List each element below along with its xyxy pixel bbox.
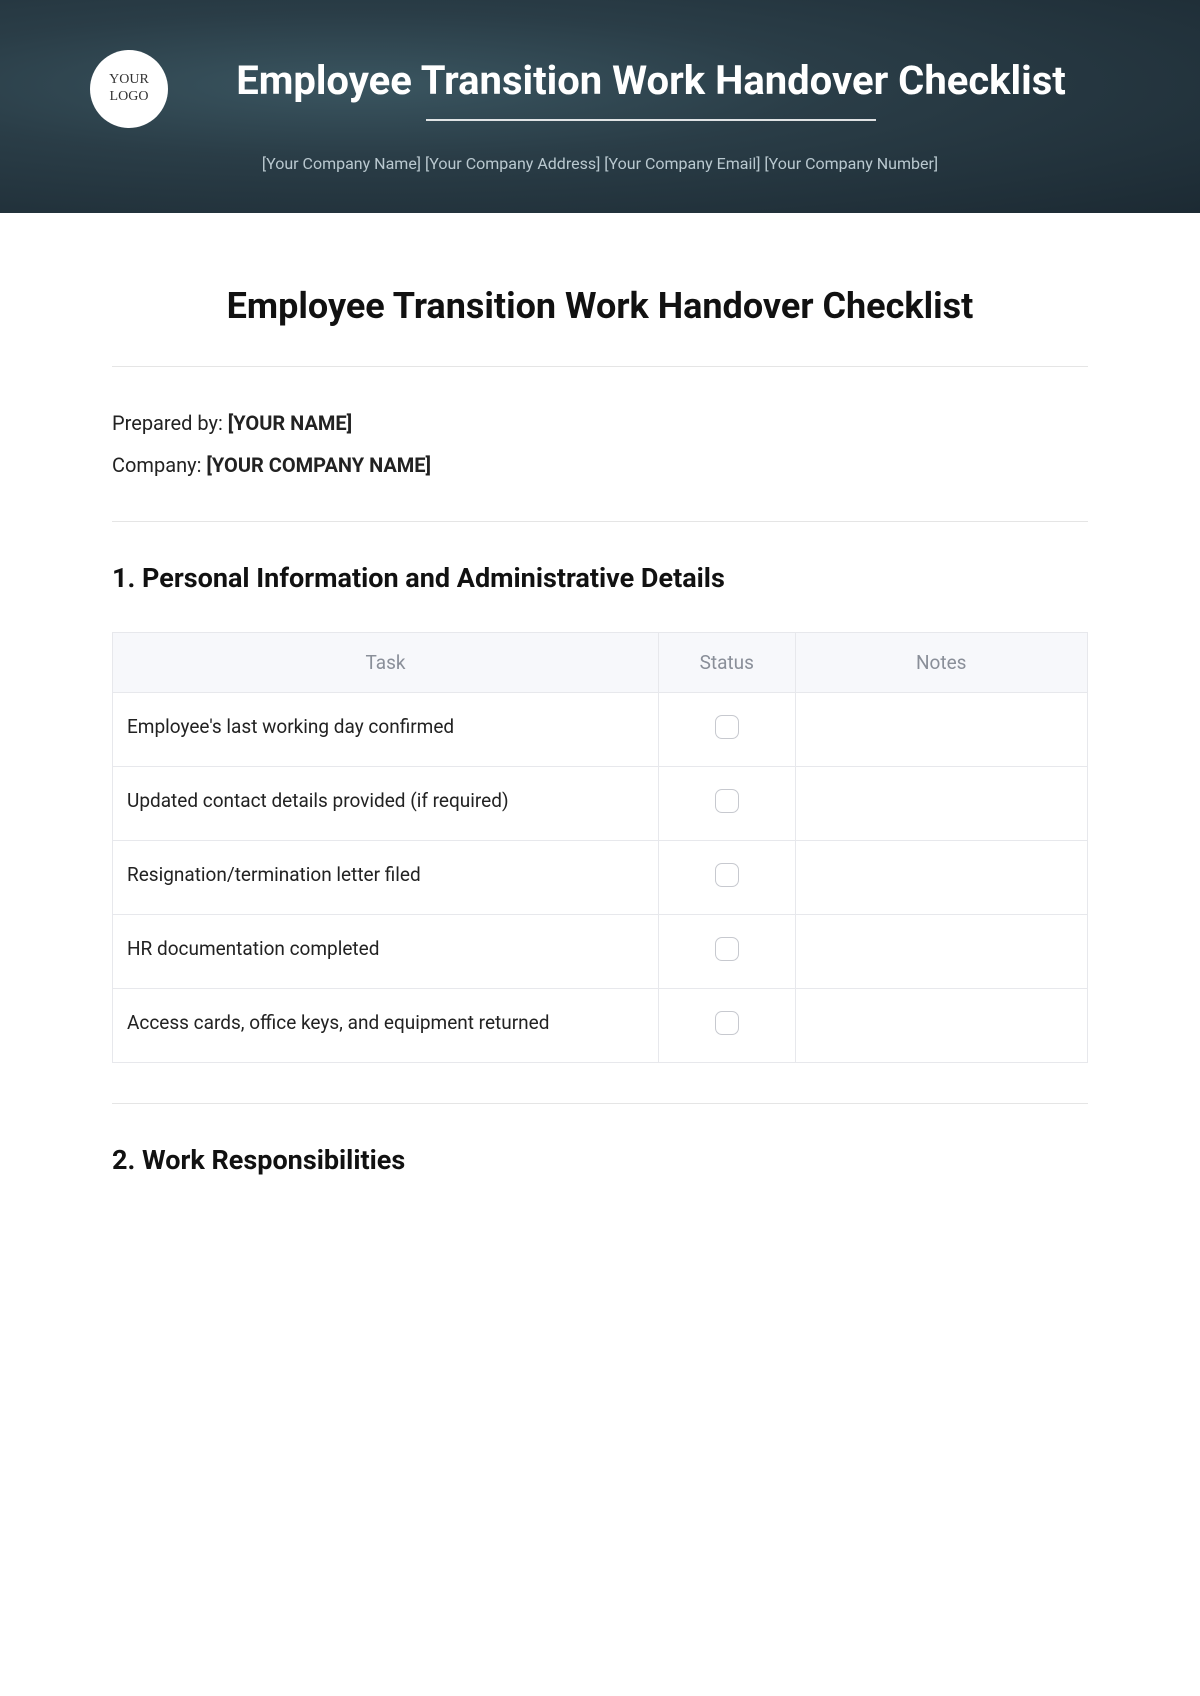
logo-text-line1: YOUR (109, 72, 149, 89)
status-cell (659, 766, 796, 840)
section2-heading: 2. Work Responsibilities (112, 1144, 1088, 1176)
column-header-task: Task (113, 632, 659, 692)
company-label: Company: (112, 453, 206, 477)
logo-placeholder: YOUR LOGO (90, 50, 168, 128)
checkbox-icon[interactable] (715, 937, 739, 961)
column-header-notes: Notes (795, 632, 1088, 692)
logo-text-line2: LOGO (110, 89, 149, 106)
document-title: Employee Transition Work Handover Checkl… (112, 283, 1088, 330)
table-row: Access cards, office keys, and equipment… (113, 988, 1088, 1062)
task-cell: HR documentation completed (113, 914, 659, 988)
task-cell: Resignation/termination letter filed (113, 840, 659, 914)
banner-divider (426, 119, 876, 121)
task-cell: Access cards, office keys, and equipment… (113, 988, 659, 1062)
task-cell: Updated contact details provided (if req… (113, 766, 659, 840)
section1-heading: 1. Personal Information and Administrati… (112, 562, 1088, 594)
checkbox-icon[interactable] (715, 863, 739, 887)
checkbox-icon[interactable] (715, 715, 739, 739)
checkbox-icon[interactable] (715, 789, 739, 813)
banner-meta: [Your Company Name] [Your Company Addres… (90, 154, 1110, 173)
banner-title-wrap: Employee Transition Work Handover Checkl… (192, 57, 1110, 121)
notes-cell[interactable] (795, 988, 1088, 1062)
prepared-by-label: Prepared by: (112, 411, 228, 435)
company-line: Company: [YOUR COMPANY NAME] (112, 453, 1088, 477)
prepared-by-line: Prepared by: [YOUR NAME] (112, 411, 1088, 435)
section1-table: Task Status Notes Employee's last workin… (112, 632, 1088, 1063)
task-cell: Employee's last working day confirmed (113, 692, 659, 766)
column-header-status: Status (659, 632, 796, 692)
table-row: Updated contact details provided (if req… (113, 766, 1088, 840)
status-cell (659, 692, 796, 766)
divider (112, 1103, 1088, 1104)
table-row: HR documentation completed (113, 914, 1088, 988)
notes-cell[interactable] (795, 766, 1088, 840)
notes-cell[interactable] (795, 692, 1088, 766)
status-cell (659, 988, 796, 1062)
meta-block: Prepared by: [YOUR NAME] Company: [YOUR … (112, 367, 1088, 521)
table-row: Employee's last working day confirmed (113, 692, 1088, 766)
banner: YOUR LOGO Employee Transition Work Hando… (0, 0, 1200, 213)
table-header-row: Task Status Notes (113, 632, 1088, 692)
company-value: [YOUR COMPANY NAME] (206, 453, 431, 477)
prepared-by-value: [YOUR NAME] (228, 411, 352, 435)
page-body: Employee Transition Work Handover Checkl… (0, 213, 1200, 1254)
checkbox-icon[interactable] (715, 1011, 739, 1035)
banner-top: YOUR LOGO Employee Transition Work Hando… (90, 50, 1110, 128)
divider (112, 521, 1088, 522)
table-row: Resignation/termination letter filed (113, 840, 1088, 914)
status-cell (659, 914, 796, 988)
notes-cell[interactable] (795, 914, 1088, 988)
notes-cell[interactable] (795, 840, 1088, 914)
banner-title: Employee Transition Work Handover Checkl… (192, 57, 1110, 105)
status-cell (659, 840, 796, 914)
